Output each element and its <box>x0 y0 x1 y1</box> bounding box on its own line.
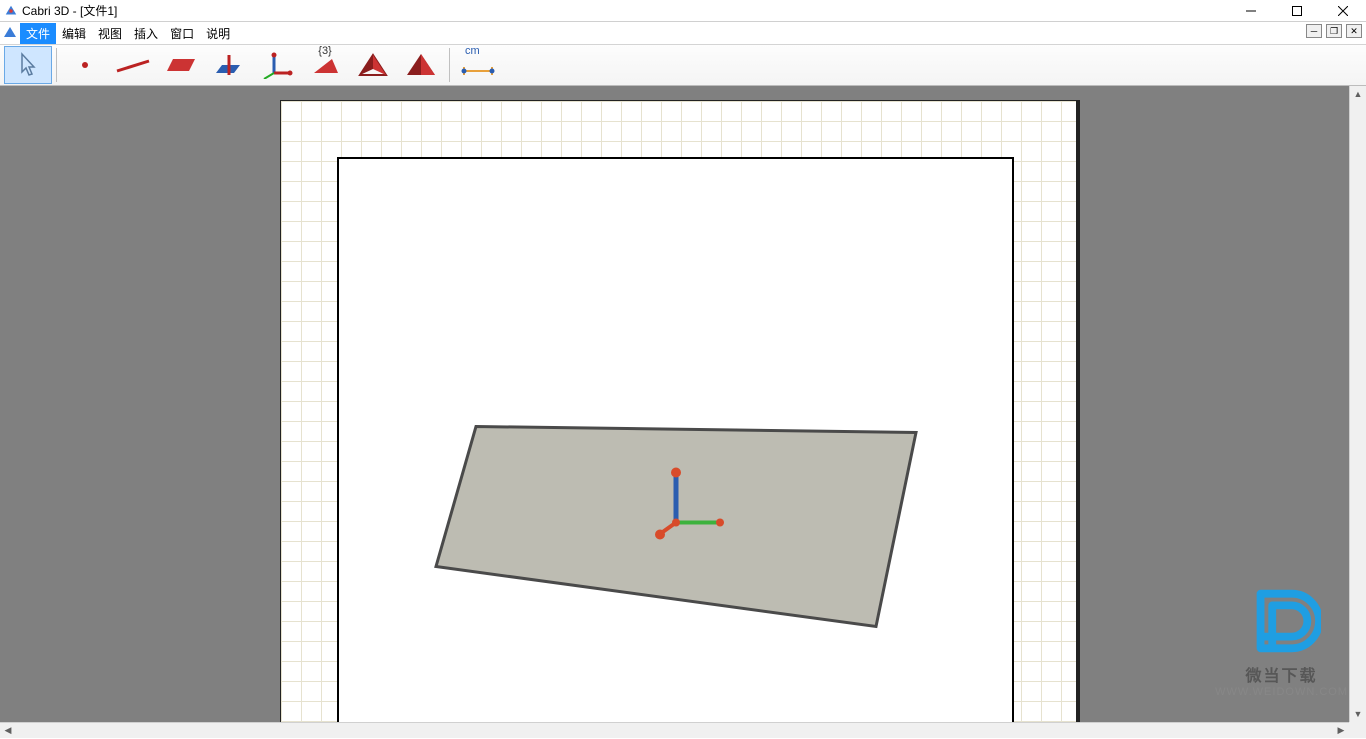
point-icon <box>70 55 100 75</box>
horizontal-scrollbar[interactable]: ◀ ▶ <box>0 722 1349 738</box>
tetrahedron-open-icon <box>356 51 390 79</box>
close-button[interactable] <box>1320 0 1366 22</box>
title-bar: Cabri 3D - [文件1] <box>0 0 1366 22</box>
watermark: 微当下载 WWW.WEIDOWN.COM <box>1215 582 1348 698</box>
view-frame[interactable] <box>337 157 1014 722</box>
toolbar: {3} cm <box>0 44 1366 86</box>
watermark-text: 微当下载 <box>1215 662 1348 686</box>
tool-line[interactable] <box>109 46 157 84</box>
document-icon <box>2 25 18 41</box>
workspace: 微当下载 WWW.WEIDOWN.COM <box>0 86 1366 722</box>
tool-plane[interactable] <box>157 46 205 84</box>
tetrahedron-icon <box>404 51 438 79</box>
maximize-button[interactable] <box>1274 0 1320 22</box>
tool-tetrahedron-open[interactable] <box>349 46 397 84</box>
mdi-minimize-button[interactable]: － <box>1306 24 1322 38</box>
pointer-icon <box>18 52 38 78</box>
scene-3d[interactable] <box>416 397 936 662</box>
tool-axes[interactable] <box>253 46 301 84</box>
toolbar-separator <box>56 48 57 82</box>
ground-plane-icon <box>416 397 936 657</box>
line-icon <box>113 55 153 75</box>
vertical-scrollbar[interactable]: ▲ ▼ <box>1349 86 1366 722</box>
toolbar-separator <box>449 48 450 82</box>
tool-measure-label: cm <box>465 45 480 57</box>
scroll-right-icon[interactable]: ▶ <box>1333 723 1349 739</box>
menu-window[interactable]: 窗口 <box>164 23 200 44</box>
tool-tetrahedron[interactable] <box>397 46 445 84</box>
menu-file[interactable]: 文件 <box>20 23 56 44</box>
window-controls <box>1228 0 1366 22</box>
scroll-left-icon[interactable]: ◀ <box>0 723 16 739</box>
watermark-logo-icon <box>1243 582 1321 660</box>
scroll-up-icon[interactable]: ▲ <box>1350 86 1366 102</box>
menu-insert[interactable]: 插入 <box>128 23 164 44</box>
menu-bar: 文件 编辑 视图 插入 窗口 说明 － ❐ ✕ <box>0 22 1366 44</box>
mdi-restore-button[interactable]: ❐ <box>1326 24 1342 38</box>
window-title: Cabri 3D - [文件1] <box>22 2 1228 19</box>
tool-pointer[interactable] <box>4 46 52 84</box>
watermark-url: WWW.WEIDOWN.COM <box>1215 686 1348 698</box>
menu-view[interactable]: 视图 <box>92 23 128 44</box>
tool-polygon[interactable]: {3} <box>301 46 349 84</box>
minimize-button[interactable] <box>1228 0 1274 22</box>
menu-help[interactable]: 说明 <box>200 23 236 44</box>
scrollbar-corner <box>1349 722 1366 738</box>
plane-icon <box>163 53 199 77</box>
mdi-controls: － ❐ ✕ <box>1306 24 1362 38</box>
perpendicular-icon <box>212 51 246 79</box>
tool-polygon-label: {3} <box>318 45 331 57</box>
tool-point[interactable] <box>61 46 109 84</box>
mdi-close-button[interactable]: ✕ <box>1346 24 1362 38</box>
scroll-down-icon[interactable]: ▼ <box>1350 706 1366 722</box>
app-icon <box>4 4 18 18</box>
tool-perpendicular[interactable] <box>205 46 253 84</box>
menu-edit[interactable]: 编辑 <box>56 23 92 44</box>
tool-measure[interactable]: cm <box>454 46 502 84</box>
page <box>280 100 1077 722</box>
axes-icon <box>260 51 294 79</box>
